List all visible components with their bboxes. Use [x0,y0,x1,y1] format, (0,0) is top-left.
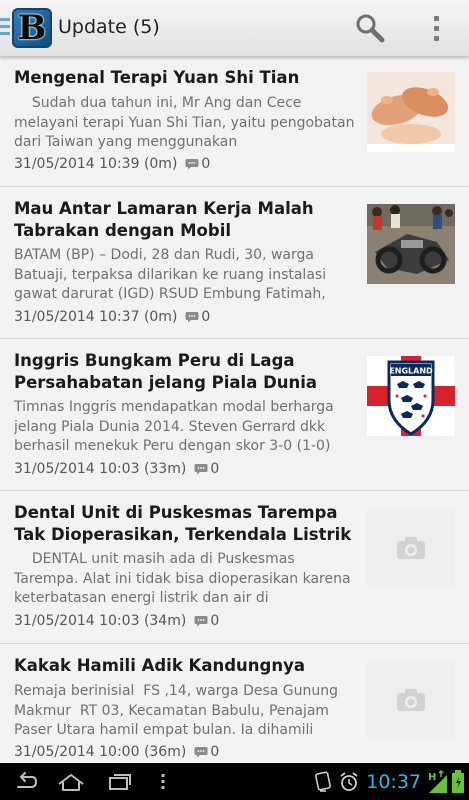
comment-count: 0 [210,461,220,477]
status-clock: 10:37 [366,770,421,793]
app-home-button[interactable]: B [0,8,54,48]
article-meta: 31/05/2014 10:00 (36m) 0 [14,744,219,760]
camera-icon [397,689,425,711]
comment-count: 0 [210,613,220,629]
article-datetime: 31/05/2014 10:37 (0m) [14,309,178,325]
svg-text:H: H [428,772,436,783]
article-title: Inggris Bungkam Peru di Laga Persahabata… [14,351,318,392]
list-item[interactable]: Mengenal Terapi Yuan Shi Tian Sudah dua … [0,57,469,187]
article-excerpt: Remaja berinisial FS ,14, warga Desa Gun… [14,683,343,738]
article-excerpt: Timnas Inggris mendapatkan modal berharg… [14,399,339,454]
list-item[interactable]: Dental Unit di Puskesmas Tarempa Tak Dio… [0,492,469,644]
menu-icon[interactable] [158,769,168,795]
article-list: Mengenal Terapi Yuan Shi Tian Sudah dua … [0,57,469,763]
search-icon[interactable] [354,12,386,44]
article-title: Kakak Hamili Adik Kandungnya [14,656,305,675]
article-excerpt: DENTAL unit masih ada di Puskesmas Tarem… [14,551,355,606]
article-meta: 31/05/2014 10:03 (33m) 0 [14,461,219,477]
drawer-indicator-icon [0,18,10,38]
comment-icon [194,463,208,475]
app-logo-icon: B [12,8,52,48]
status-area: 10:37 H [312,763,469,800]
list-item[interactable]: Mau Antar Lamaran Kerja Malah Tabrakan d… [0,188,469,339]
signal-icon: H [427,769,449,795]
overflow-menu-icon[interactable] [424,14,448,44]
article-thumbnail-feet-massage [367,72,455,152]
article-datetime: 31/05/2014 10:00 (36m) [14,744,187,760]
notification-icon [312,770,334,793]
page-title: Update (5) [58,16,160,38]
article-excerpt: BATAM (BP) – Dodi, 28 dan Rudi, 30, warg… [14,247,331,302]
comment-icon [194,746,208,758]
list-item[interactable]: Kakak Hamili Adik Kandungnya Remaja beri… [0,645,469,763]
system-bar: 10:37 H [0,763,469,800]
home-icon[interactable] [56,769,86,795]
thumbnail-placeholder [367,660,455,740]
battery-icon [451,769,465,795]
list-item[interactable]: Inggris Bungkam Peru di Laga Persahabata… [0,340,469,491]
article-excerpt: Sudah dua tahun ini, Mr Ang dan Cece mel… [14,95,359,150]
comment-icon [194,615,208,627]
action-bar: B Update (5) [0,0,469,57]
comment-icon [185,311,199,323]
article-datetime: 31/05/2014 10:03 (34m) [14,613,187,629]
back-icon[interactable] [12,769,38,795]
article-datetime: 31/05/2014 10:03 (33m) [14,461,187,477]
article-title: Dental Unit di Puskesmas Tarempa Tak Dio… [14,503,352,544]
comment-icon [185,158,199,170]
article-datetime: 31/05/2014 10:39 (0m) [14,156,178,172]
comment-count: 0 [210,744,220,760]
article-meta: 31/05/2014 10:39 (0m) 0 [14,156,210,172]
camera-icon [397,537,425,559]
article-thumbnail-england-crest: ENGLAND [367,356,455,436]
article-thumbnail-motorcycle-crash [367,204,455,284]
article-meta: 31/05/2014 10:03 (34m) 0 [14,613,219,629]
article-title: Mau Antar Lamaran Kerja Malah Tabrakan d… [14,199,314,240]
alarm-icon [338,771,360,793]
comment-count: 0 [201,309,211,325]
crest-label: ENGLAND [389,367,433,376]
article-title: Mengenal Terapi Yuan Shi Tian [14,68,300,87]
comment-count: 0 [201,156,211,172]
recent-apps-icon[interactable] [107,769,133,795]
thumbnail-placeholder [367,508,455,588]
article-meta: 31/05/2014 10:37 (0m) 0 [14,309,210,325]
